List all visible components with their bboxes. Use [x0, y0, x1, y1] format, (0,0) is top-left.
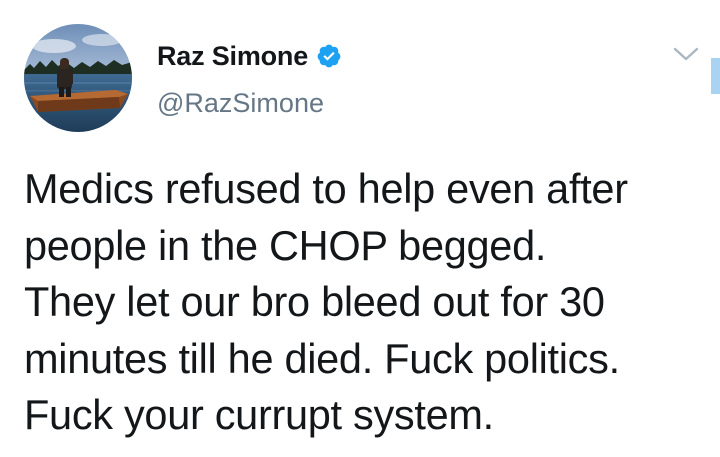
tweet-text-line: Medics refused to help even after	[24, 165, 628, 212]
chevron-down-icon	[673, 47, 699, 61]
tweet-text-line: They let our bro bleed out for 30	[24, 278, 605, 325]
tweet-text-line: Fuck your currupt system.	[24, 391, 494, 438]
verified-badge-icon	[316, 43, 342, 69]
tweet-menu-button[interactable]	[671, 42, 701, 66]
profile-avatar[interactable]	[24, 24, 132, 132]
author-display-name[interactable]: Raz Simone	[157, 41, 308, 72]
avatar-photo	[24, 24, 132, 132]
tweet-text-line: people in the CHOP begged.	[24, 221, 547, 269]
author-name-row[interactable]: Raz Simone	[157, 36, 342, 76]
tweet-body-text: Medics refused to help even after people…	[24, 161, 714, 444]
tweet-text-line: minutes till he died. Fuck politics.	[24, 334, 620, 382]
scroll-indicator	[711, 58, 720, 94]
author-handle[interactable]: @RazSimone	[157, 88, 324, 119]
tweet-card[interactable]: Raz Simone @RazSimone Medics refused to …	[0, 0, 720, 457]
